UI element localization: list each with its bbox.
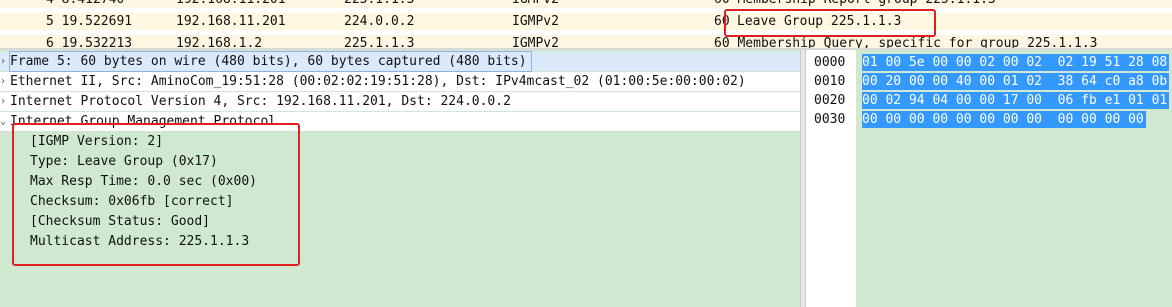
collapse-arrow-icon[interactable]: ⌄ — [0, 112, 8, 131]
packet-protocol: IGMPv2 — [512, 36, 559, 48]
packet-row[interactable]: 6 19.532213 192.168.1.2 225.1.1.3 IGMPv2… — [0, 35, 1172, 48]
offset-label: 0010 — [814, 74, 846, 89]
tree-item-frame[interactable]: › Frame 5: 60 bytes on wire (480 bits), … — [0, 51, 800, 72]
packet-number-time: 5 19.522691 — [46, 14, 133, 29]
tree-item-label: Frame 5: 60 bytes on wire (480 bits), 60… — [9, 51, 532, 72]
expand-arrow-icon[interactable]: › — [0, 52, 8, 71]
packet-source: 192.168.1.2 — [176, 36, 263, 48]
expand-arrow-icon[interactable]: › — [0, 72, 8, 91]
offset-label: 0000 — [814, 55, 846, 70]
packet-destination: 224.0.0.2 — [344, 14, 415, 29]
hex-bytes-line[interactable]: 00 00 00 00 00 00 00 00 00 00 00 00 — [862, 111, 1146, 128]
highlight-box-igmp-fields — [12, 123, 300, 266]
packet-protocol: IGMPv2 — [512, 0, 559, 8]
hex-bytes-line[interactable]: 00 20 00 00 40 00 01 02 38 64 c0 a8 0b — [862, 73, 1170, 90]
packet-row[interactable]: 4 8.412740 192.168.11.201 225.1.1.3 IGMP… — [0, 0, 1172, 8]
packet-source: 192.168.11.201 — [176, 0, 286, 8]
tree-item-label: Internet Protocol Version 4, Src: 192.16… — [10, 94, 511, 109]
offset-label: 0020 — [814, 93, 846, 108]
highlight-box-leave-group — [724, 9, 936, 37]
hex-bytes-line[interactable]: 01 00 5e 00 00 02 00 02 02 19 51 28 08 — [862, 54, 1170, 71]
packet-destination: 225.1.1.3 — [344, 0, 414, 8]
offset-label: 0030 — [814, 112, 846, 127]
packet-row-selected[interactable]: 5 19.522691 192.168.11.201 224.0.0.2 IGM… — [0, 13, 1172, 30]
tree-item-label: Ethernet II, Src: AminoCom_19:51:28 (00:… — [10, 74, 746, 89]
expand-arrow-icon[interactable]: › — [0, 92, 8, 111]
hex-bytes-line[interactable]: 00 02 94 04 00 00 17 00 06 fb e1 01 01 — [862, 92, 1170, 109]
packet-number-time: 6 19.532213 — [46, 36, 133, 48]
tree-item-ethernet[interactable]: › Ethernet II, Src: AminoCom_19:51:28 (0… — [0, 72, 800, 91]
tree-item-ip[interactable]: › Internet Protocol Version 4, Src: 192.… — [0, 92, 800, 111]
packet-source: 192.168.11.201 — [176, 14, 286, 29]
packet-protocol: IGMPv2 — [512, 14, 559, 29]
packet-destination: 225.1.1.3 — [344, 36, 415, 48]
packet-bytes-pane[interactable]: 0000 0010 0020 0030 01 00 5e 00 00 02 00… — [806, 50, 1172, 307]
packet-number-time: 4 8.412740 — [46, 0, 136, 8]
offset-column: 0000 0010 0020 0030 — [806, 50, 856, 307]
packet-list[interactable]: 4 8.412740 192.168.11.201 225.1.1.3 IGMP… — [0, 0, 1172, 48]
packet-info: 60 Membership Report group 225.1.1.3 — [714, 0, 996, 8]
